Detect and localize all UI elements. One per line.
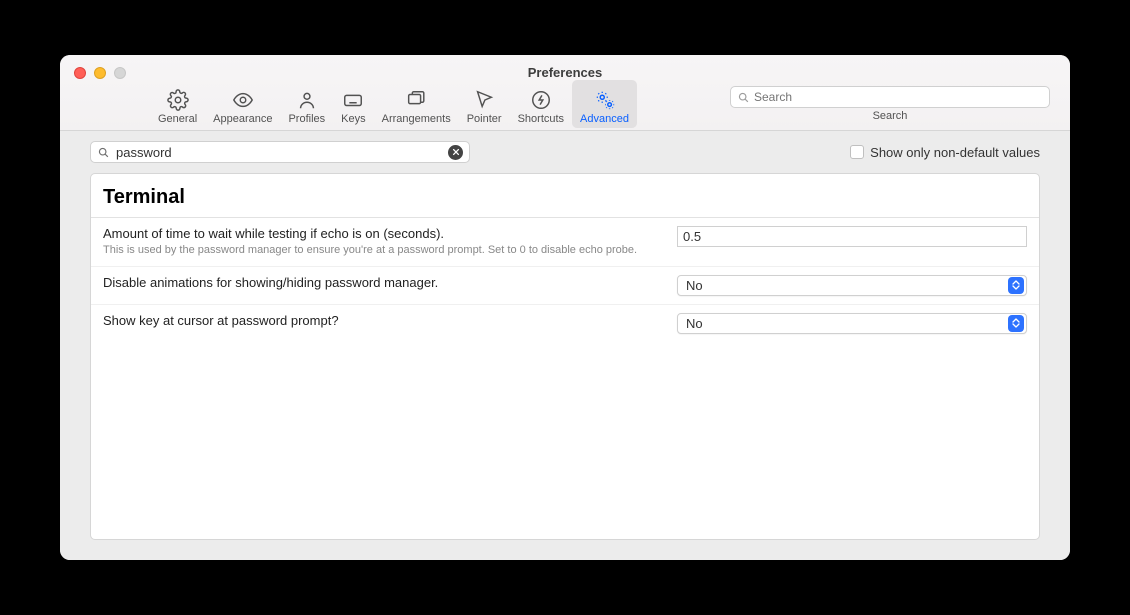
search-icon [737, 91, 750, 104]
setting-control: No [677, 275, 1027, 296]
tab-label: General [158, 113, 197, 125]
setting-row-disable-animations: Disable animations for showing/hiding pa… [91, 267, 1039, 305]
tab-label: Shortcuts [518, 113, 564, 125]
checkbox-box[interactable] [850, 145, 864, 159]
tab-profiles[interactable]: Profiles [280, 80, 333, 128]
setting-label: Show key at cursor at password prompt? [103, 313, 657, 328]
echo-timeout-input[interactable] [677, 226, 1027, 247]
setting-row-show-key: Show key at cursor at password prompt? N… [91, 305, 1039, 342]
chevron-up-down-icon [1008, 277, 1024, 294]
bolt-icon [529, 89, 553, 111]
filter-search-input[interactable] [116, 145, 442, 160]
tab-label: Advanced [580, 113, 629, 125]
tab-arrangements[interactable]: Arrangements [374, 80, 459, 128]
content-area: Show only non-default values Terminal Am… [60, 131, 1070, 560]
filter-search-field[interactable] [90, 141, 470, 163]
tab-label: Arrangements [382, 113, 451, 125]
titlebar: Preferences General Appearance [60, 55, 1070, 131]
clear-button[interactable] [448, 145, 463, 160]
setting-title: Disable animations for showing/hiding pa… [103, 275, 657, 290]
setting-label: Disable animations for showing/hiding pa… [103, 275, 657, 290]
setting-title: Amount of time to wait while testing if … [103, 226, 657, 241]
tab-label: Profiles [288, 113, 325, 125]
toolbar-search: Search [730, 86, 1050, 122]
setting-description: This is used by the password manager to … [103, 243, 657, 258]
tab-appearance[interactable]: Appearance [205, 80, 280, 128]
tab-label: Appearance [213, 113, 272, 125]
setting-control: No [677, 313, 1027, 334]
setting-row-echo-timeout: Amount of time to wait while testing if … [91, 218, 1039, 267]
tab-label: Pointer [467, 113, 502, 125]
tab-pointer[interactable]: Pointer [459, 80, 510, 128]
windows-icon [404, 89, 428, 111]
disable-animations-select[interactable]: No [677, 275, 1027, 296]
gear-icon [166, 89, 190, 111]
keyboard-icon [341, 89, 365, 111]
checkbox-label: Show only non-default values [870, 145, 1040, 160]
close-icon [452, 148, 460, 156]
search-label: Search [873, 110, 908, 122]
tab-keys[interactable]: Keys [333, 80, 373, 128]
preferences-window: Preferences General Appearance [60, 55, 1070, 560]
show-non-default-checkbox[interactable]: Show only non-default values [850, 145, 1040, 160]
toolbar: General Appearance Profiles [60, 78, 1070, 130]
tab-advanced[interactable]: Advanced [572, 80, 637, 128]
settings-panel: Terminal Amount of time to wait while te… [90, 173, 1040, 540]
tab-label: Keys [341, 113, 365, 125]
tab-shortcuts[interactable]: Shortcuts [510, 80, 572, 128]
search-field[interactable] [730, 86, 1050, 108]
setting-label: Amount of time to wait while testing if … [103, 226, 657, 258]
select-value: No [686, 278, 1008, 293]
cursor-icon [472, 89, 496, 111]
filter-row: Show only non-default values [90, 141, 1040, 163]
tab-general[interactable]: General [150, 80, 205, 128]
gears-icon [593, 89, 617, 111]
person-icon [295, 89, 319, 111]
eye-icon [231, 89, 255, 111]
setting-control [677, 226, 1027, 247]
chevron-up-down-icon [1008, 315, 1024, 332]
search-input[interactable] [754, 90, 1043, 104]
toolbar-tabs: General Appearance Profiles [150, 80, 637, 128]
show-key-select[interactable]: No [677, 313, 1027, 334]
select-value: No [686, 316, 1008, 331]
search-icon [97, 146, 110, 159]
section-header: Terminal [91, 174, 1039, 218]
setting-title: Show key at cursor at password prompt? [103, 313, 657, 328]
